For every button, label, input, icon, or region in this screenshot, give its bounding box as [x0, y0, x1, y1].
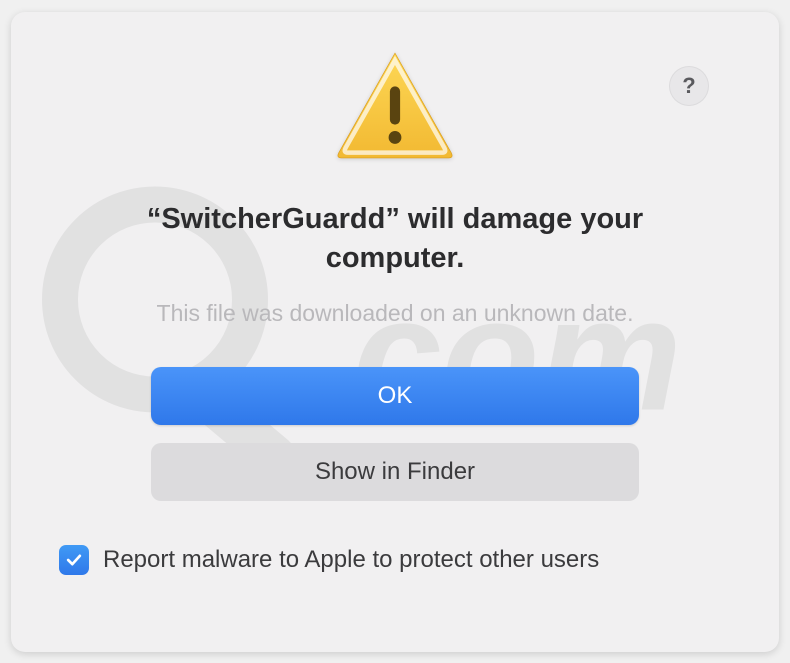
checkbox-row: Report malware to Apple to protect other… [51, 545, 739, 575]
dialog-title: “SwitcherGuardd” will damage your comput… [51, 200, 739, 278]
title-prefix: “ [147, 203, 162, 235]
warning-icon [330, 48, 460, 168]
title-app-name: SwitcherGuardd [161, 203, 385, 235]
dialog-subtitle: This file was downloaded on an unknown d… [51, 300, 739, 327]
icon-container [51, 48, 739, 168]
checkmark-icon [64, 550, 84, 570]
button-group: OK Show in Finder [51, 367, 739, 501]
help-button[interactable]: ? [669, 66, 709, 106]
warning-dialog: .com ? [11, 12, 779, 652]
checkbox-label: Report malware to Apple to protect other… [103, 546, 599, 574]
help-icon: ? [682, 73, 695, 99]
dialog-content: ? “Switche [51, 40, 739, 624]
report-malware-checkbox[interactable] [59, 545, 89, 575]
show-in-finder-button[interactable]: Show in Finder [151, 443, 639, 501]
ok-button[interactable]: OK [151, 367, 639, 425]
